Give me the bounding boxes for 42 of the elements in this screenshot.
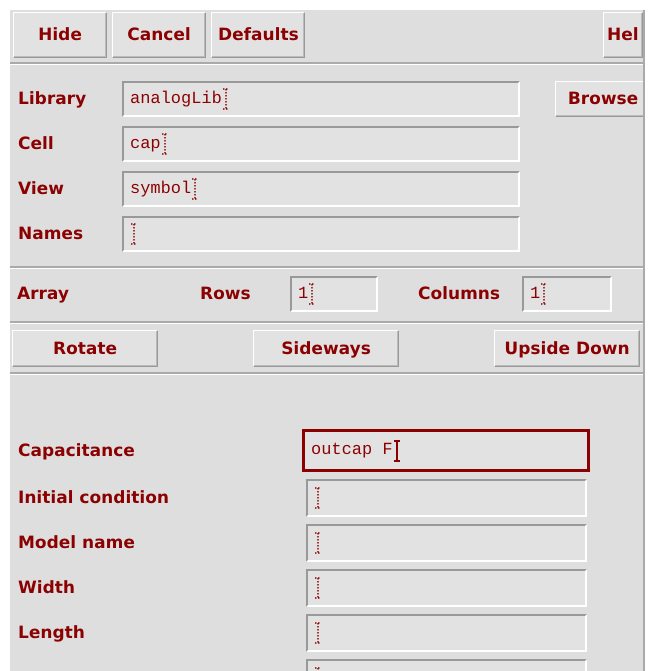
field-label: Array bbox=[17, 284, 69, 304]
button[interactable]: Upside Down bbox=[494, 330, 640, 367]
text-cursor-icon bbox=[392, 440, 401, 462]
button[interactable]: Hel bbox=[603, 12, 643, 58]
button[interactable]: Sideways bbox=[253, 330, 399, 367]
text-cursor-icon bbox=[314, 622, 322, 644]
input-field[interactable]: symbol bbox=[122, 171, 520, 207]
input-field[interactable] bbox=[306, 524, 587, 562]
field-label: Model name bbox=[18, 533, 135, 553]
field-label: Capacitance bbox=[18, 440, 135, 460]
input-field[interactable]: outcap F bbox=[302, 429, 590, 472]
field-label: Rows bbox=[200, 284, 251, 304]
input-field[interactable]: cap bbox=[122, 126, 520, 162]
text-cursor-icon bbox=[314, 532, 322, 554]
input-field[interactable] bbox=[122, 216, 520, 252]
text-cursor-icon bbox=[308, 283, 316, 305]
input-field[interactable] bbox=[306, 479, 587, 517]
input-field[interactable]: 1 bbox=[522, 276, 612, 312]
field-label: Width bbox=[18, 578, 75, 598]
text-cursor-icon bbox=[540, 283, 548, 305]
field-label: Initial condition bbox=[18, 488, 170, 508]
button[interactable]: Rotate bbox=[12, 330, 158, 367]
button[interactable]: Hide bbox=[13, 12, 107, 58]
field-label: Cell bbox=[18, 134, 54, 154]
field-label: Library bbox=[18, 89, 86, 109]
input-field[interactable]: analogLib bbox=[122, 81, 520, 117]
field-label: Columns bbox=[418, 284, 500, 304]
text-cursor-icon bbox=[160, 133, 169, 155]
field-label: View bbox=[18, 179, 64, 199]
text-cursor-icon bbox=[222, 88, 230, 110]
text-cursor-icon bbox=[130, 223, 138, 245]
input-field[interactable] bbox=[306, 614, 587, 652]
button[interactable]: Browse bbox=[555, 81, 643, 117]
text-cursor-icon bbox=[191, 178, 200, 200]
text-cursor-icon bbox=[314, 577, 322, 599]
button[interactable]: Cancel bbox=[112, 12, 206, 58]
input-field[interactable]: 1 bbox=[290, 276, 378, 312]
field-label: Length bbox=[18, 623, 85, 643]
text-cursor-icon bbox=[314, 487, 322, 509]
button[interactable]: Defaults bbox=[211, 12, 305, 58]
field-label: Names bbox=[18, 224, 84, 244]
input-field[interactable] bbox=[306, 569, 587, 607]
